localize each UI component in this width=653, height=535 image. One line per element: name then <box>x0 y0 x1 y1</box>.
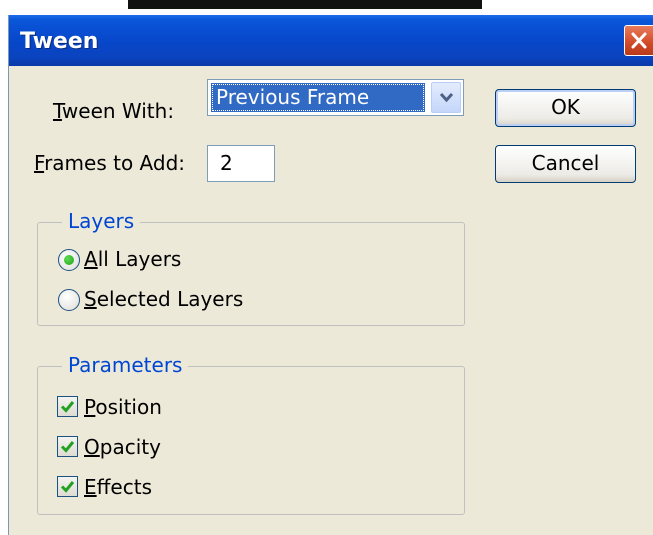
layers-group-title: Layers <box>62 209 141 233</box>
tween-with-select[interactable]: Previous Frame <box>207 79 464 116</box>
checkmark-icon <box>60 441 75 453</box>
close-icon <box>631 32 647 49</box>
frames-to-add-label: Frames to Add: <box>34 151 185 175</box>
chevron-down-icon <box>440 92 453 103</box>
all-layers-radio[interactable] <box>58 249 80 271</box>
background-strip <box>128 0 482 9</box>
tween-dialog: Tween Tween With: Previous Frame Frames … <box>8 15 653 535</box>
close-button[interactable] <box>624 25 653 56</box>
dialog-title: Tween <box>20 29 99 54</box>
effects-label[interactable]: Effects <box>84 475 152 499</box>
radio-selected-dot <box>64 255 74 265</box>
tween-with-label: Tween With: <box>53 99 175 123</box>
selected-layers-radio[interactable] <box>58 289 80 311</box>
frames-to-add-input[interactable]: 2 <box>207 145 275 182</box>
all-layers-label[interactable]: All Layers <box>84 247 181 271</box>
tween-with-value: Previous Frame <box>211 83 425 112</box>
checkmark-icon <box>60 481 75 493</box>
opacity-checkbox[interactable] <box>57 436 78 457</box>
checkmark-icon <box>60 401 75 413</box>
layers-group: Layers All Layers Selected Layers <box>37 209 465 326</box>
opacity-label[interactable]: Opacity <box>84 435 161 459</box>
position-label[interactable]: Position <box>84 395 162 419</box>
position-checkbox[interactable] <box>57 396 78 417</box>
parameters-group-title: Parameters <box>62 353 189 377</box>
cancel-button[interactable]: Cancel <box>495 145 636 183</box>
parameters-group: Parameters Position Opacity Effects <box>37 353 465 515</box>
effects-checkbox[interactable] <box>57 476 78 497</box>
ok-button[interactable]: OK <box>495 89 636 127</box>
dropdown-button[interactable] <box>431 82 461 113</box>
selected-layers-label[interactable]: Selected Layers <box>84 287 243 311</box>
title-bar[interactable]: Tween <box>9 15 653 66</box>
